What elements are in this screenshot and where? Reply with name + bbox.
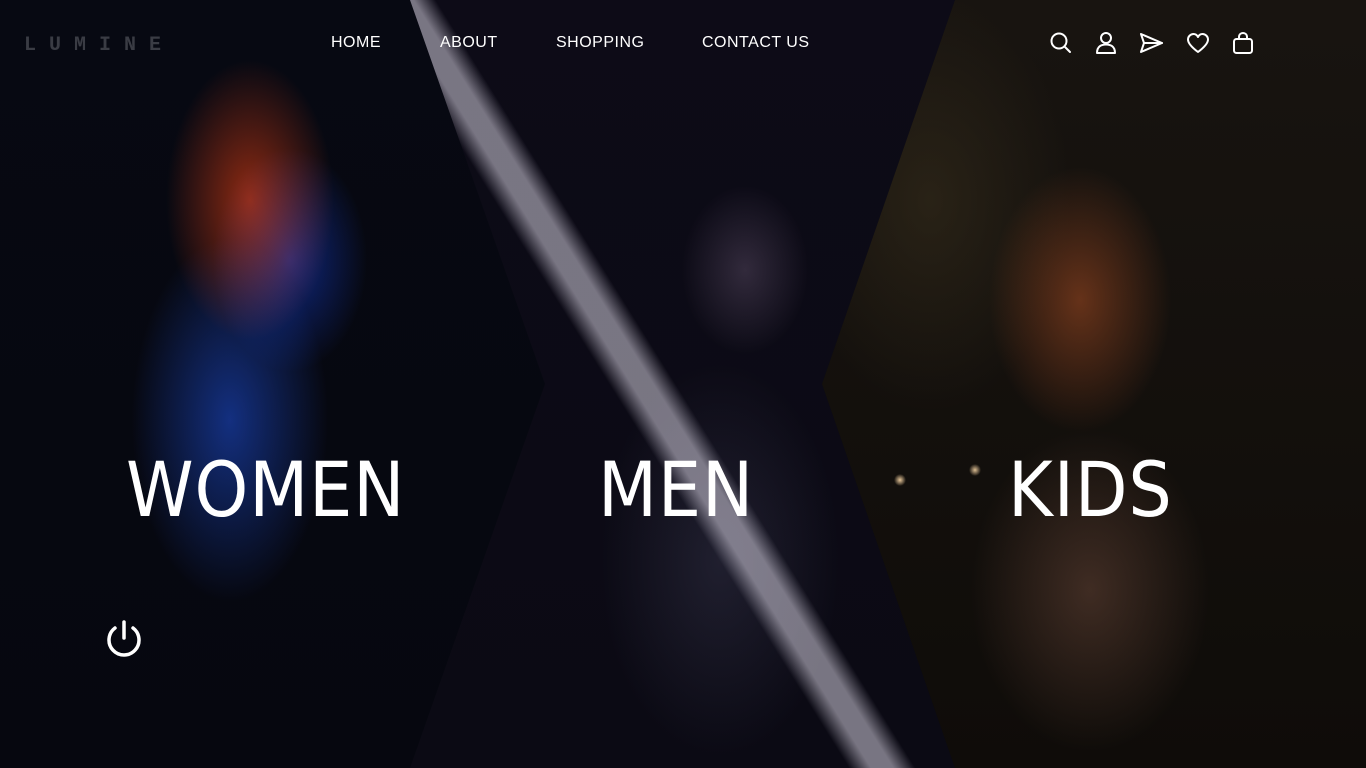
hero-stage: LUMINE HOME ABOUT SHOPPING CONTACT US WO…	[0, 0, 1366, 768]
category-men[interactable]: MEN	[598, 452, 754, 528]
power-icon[interactable]	[102, 618, 146, 662]
user-icon[interactable]	[1093, 30, 1119, 56]
send-icon[interactable]	[1138, 30, 1164, 56]
nav-home[interactable]: HOME	[331, 34, 381, 52]
shopping-bag-icon[interactable]	[1230, 30, 1256, 56]
heart-icon[interactable]	[1185, 30, 1211, 56]
nav-contact-us[interactable]: CONTACT US	[702, 34, 810, 52]
nav-about[interactable]: ABOUT	[440, 34, 498, 52]
category-women[interactable]: WOMEN	[126, 452, 405, 528]
category-kids[interactable]: KIDS	[1008, 452, 1173, 528]
nav-shopping[interactable]: SHOPPING	[556, 34, 644, 52]
search-icon[interactable]	[1048, 30, 1074, 56]
brand-logo[interactable]: LUMINE	[24, 34, 174, 57]
